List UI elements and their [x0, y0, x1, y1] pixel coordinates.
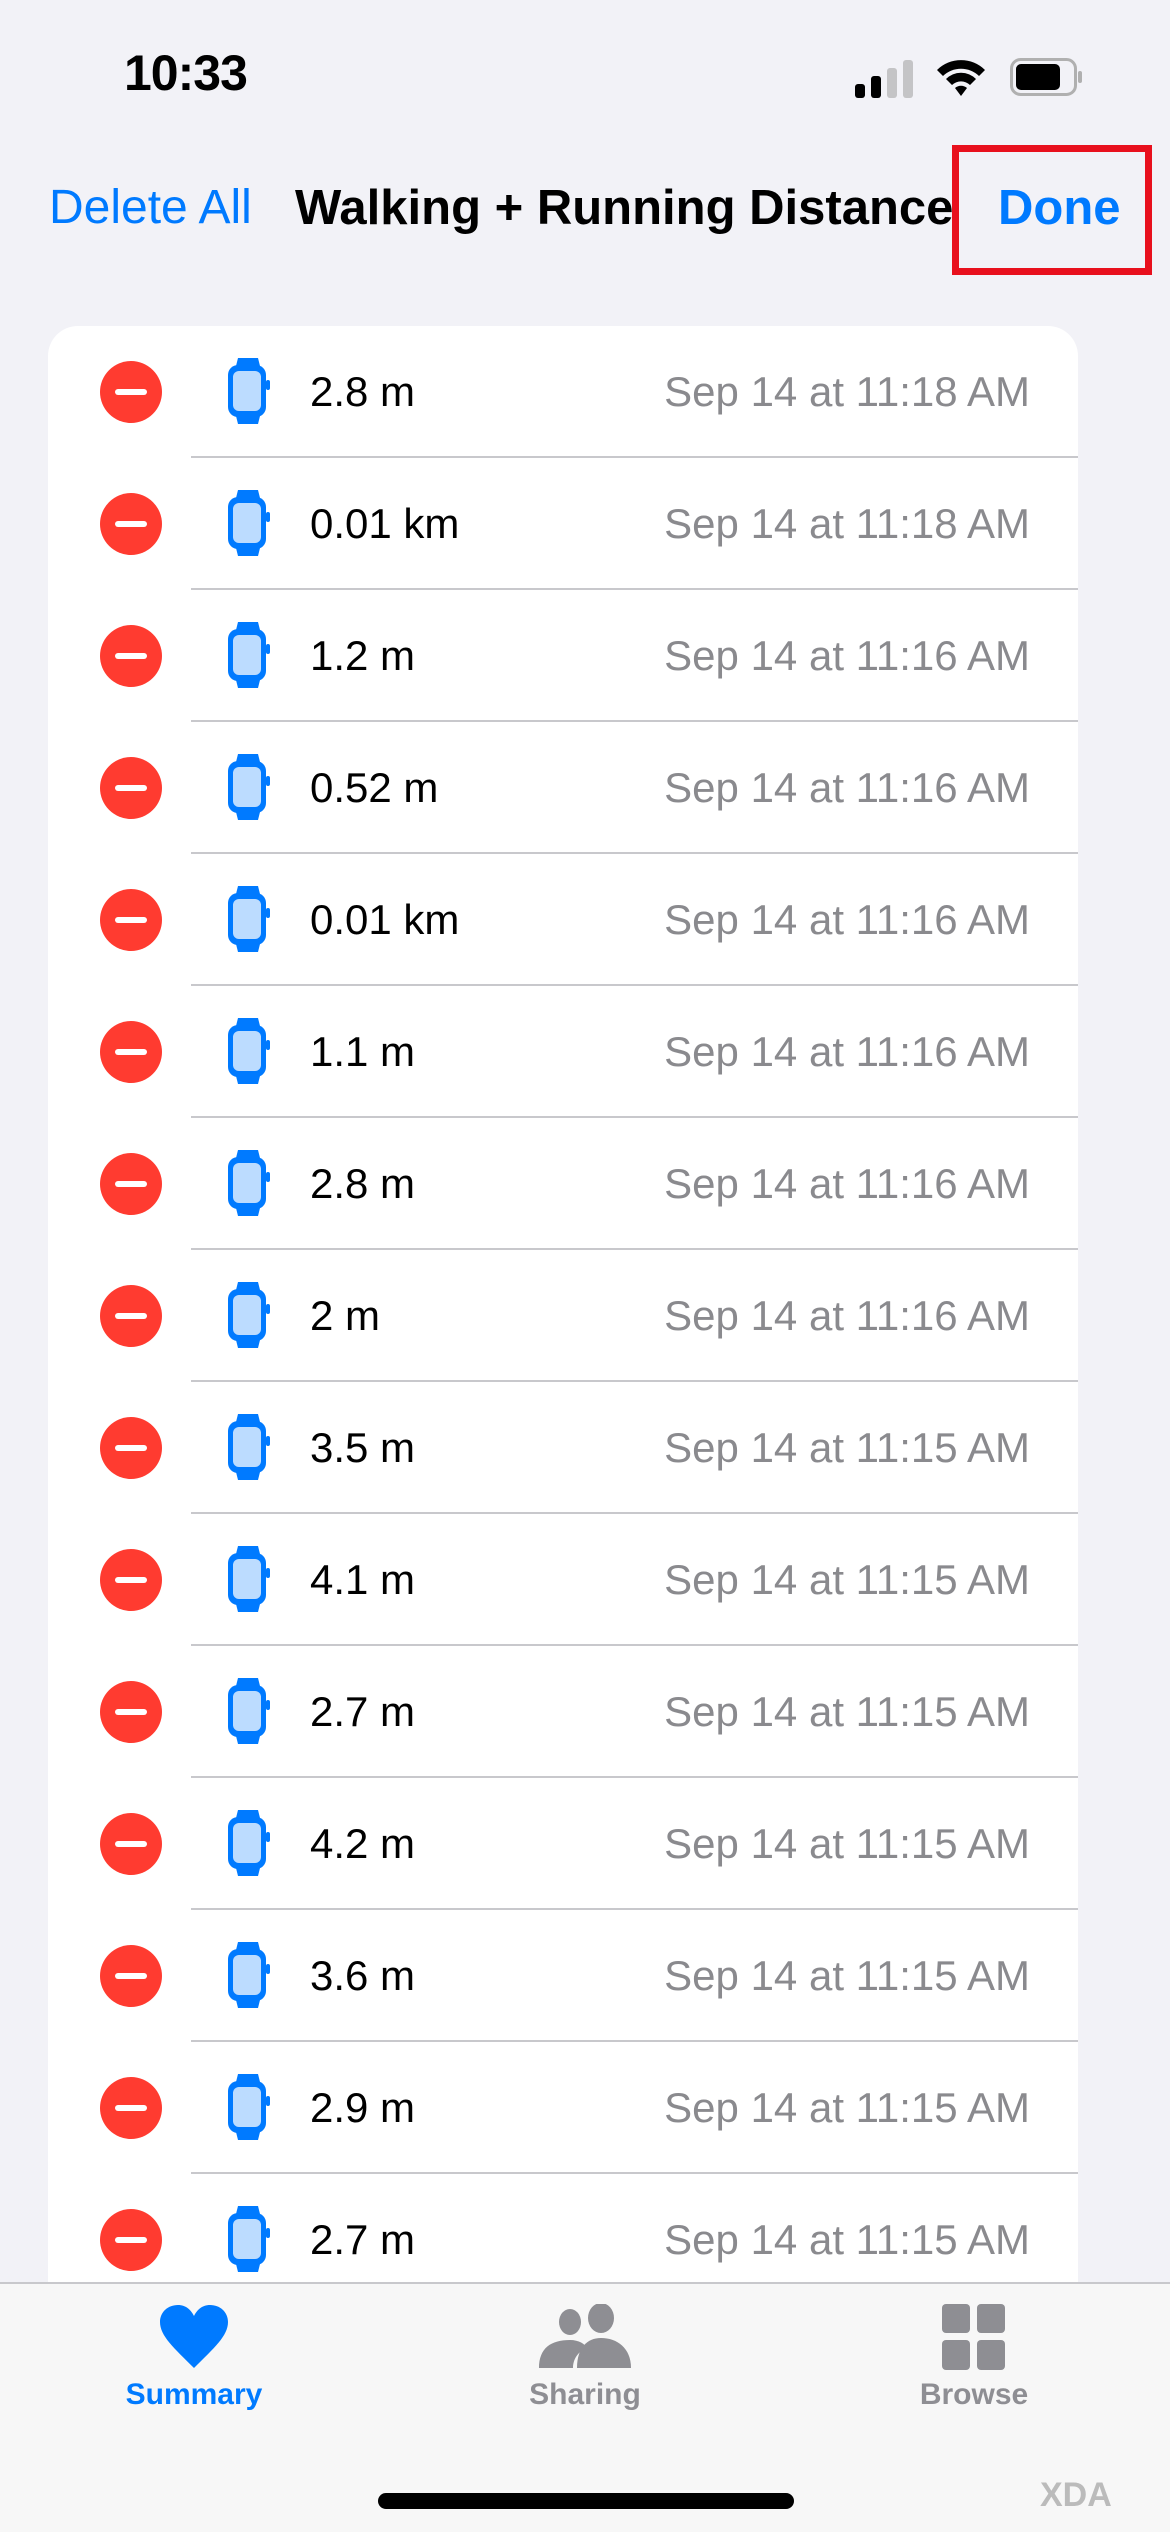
delete-minus-icon[interactable]	[100, 1813, 162, 1875]
sample-date: Sep 14 at 11:15 AM	[664, 1820, 1030, 1867]
delete-minus-icon[interactable]	[100, 2209, 162, 2271]
sample-value: 4.1 m	[310, 1556, 416, 1603]
samples-list: 2.8 m Sep 14 at 11:18 AM 0.01 km Sep 14 at …	[48, 326, 1078, 2326]
apple-watch-icon	[226, 1414, 270, 1480]
battery-icon	[1010, 58, 1082, 96]
sample-value: 0.01 km	[310, 500, 460, 547]
sample-row[interactable]: 2.8 m Sep 14 at 11:18 AM	[48, 326, 1078, 458]
apple-watch-icon	[226, 1810, 270, 1876]
apple-watch-icon	[226, 1678, 270, 1744]
sample-row[interactable]: 4.1 m Sep 14 at 11:15 AM	[48, 1514, 1078, 1646]
cellular-signal-icon	[855, 58, 917, 98]
sample-value: 2 m	[310, 1292, 381, 1339]
delete-minus-icon[interactable]	[100, 361, 162, 423]
status-bar: 10:33	[0, 0, 1170, 150]
delete-minus-icon[interactable]	[100, 1153, 162, 1215]
sample-row[interactable]: 2 m Sep 14 at 11:16 AM	[48, 1250, 1078, 1382]
sample-value: 0.01 km	[310, 896, 460, 943]
sample-row[interactable]: 4.2 m Sep 14 at 11:15 AM	[48, 1778, 1078, 1910]
delete-minus-icon[interactable]	[100, 625, 162, 687]
wifi-icon	[937, 60, 985, 96]
sample-value: 2.7 m	[310, 1688, 416, 1735]
sample-date: Sep 14 at 11:16 AM	[664, 632, 1030, 679]
apple-watch-icon	[226, 1150, 270, 1216]
tab-summary-label: Summary	[125, 2378, 263, 2411]
tab-browse-label: Browse	[919, 2378, 1029, 2411]
home-indicator[interactable]	[378, 2493, 794, 2509]
delete-minus-icon[interactable]	[100, 1681, 162, 1743]
sample-date: Sep 14 at 11:18 AM	[664, 500, 1030, 547]
sample-date: Sep 14 at 11:16 AM	[664, 1028, 1030, 1075]
delete-minus-icon[interactable]	[100, 1417, 162, 1479]
sample-row[interactable]: 0.52 m Sep 14 at 11:16 AM	[48, 722, 1078, 854]
apple-watch-icon	[226, 1546, 270, 1612]
apple-watch-icon	[226, 1018, 270, 1084]
apple-watch-icon	[226, 622, 270, 688]
watermark-logo: XDA	[1040, 2476, 1112, 2514]
sample-row[interactable]: 1.2 m Sep 14 at 11:16 AM	[48, 590, 1078, 722]
sample-date: Sep 14 at 11:16 AM	[664, 896, 1030, 943]
sample-value: 3.6 m	[310, 1952, 416, 1999]
sample-row[interactable]: 3.5 m Sep 14 at 11:15 AM	[48, 1382, 1078, 1514]
sample-value: 2.8 m	[310, 1160, 416, 1207]
tab-summary[interactable]: Summary	[84, 2304, 304, 2412]
sample-value: 0.52 m	[310, 764, 439, 811]
delete-minus-icon[interactable]	[100, 757, 162, 819]
apple-watch-icon	[226, 1282, 270, 1348]
tab-browse[interactable]: Browse	[864, 2304, 1084, 2412]
apple-watch-icon	[226, 2074, 270, 2140]
apple-watch-icon	[226, 754, 270, 820]
delete-minus-icon[interactable]	[100, 1945, 162, 2007]
sample-value: 3.5 m	[310, 1424, 416, 1471]
apple-watch-icon	[226, 490, 270, 556]
sample-date: Sep 14 at 11:15 AM	[664, 1952, 1030, 1999]
heart-icon	[160, 2305, 228, 2368]
sample-row[interactable]: 3.6 m Sep 14 at 11:15 AM	[48, 1910, 1078, 2042]
sample-row[interactable]: 0.01 km Sep 14 at 11:16 AM	[48, 854, 1078, 986]
tab-sharing[interactable]: Sharing	[475, 2304, 695, 2412]
sample-date: Sep 14 at 11:16 AM	[664, 1292, 1030, 1339]
annotation-highlight-box	[952, 145, 1152, 275]
apple-watch-icon	[226, 886, 270, 952]
sample-row[interactable]: 2.9 m Sep 14 at 11:15 AM	[48, 2042, 1078, 2174]
delete-minus-icon[interactable]	[100, 2077, 162, 2139]
sample-row[interactable]: 2.7 m Sep 14 at 11:15 AM	[48, 1646, 1078, 1778]
status-time: 10:33	[124, 45, 248, 101]
grid-icon	[942, 2304, 1005, 2370]
sample-value: 2.7 m	[310, 2216, 416, 2263]
sample-row[interactable]: 2.8 m Sep 14 at 11:16 AM	[48, 1118, 1078, 1250]
sample-date: Sep 14 at 11:18 AM	[664, 368, 1030, 415]
sample-value: 1.1 m	[310, 1028, 416, 1075]
delete-minus-icon[interactable]	[100, 1549, 162, 1611]
delete-minus-icon[interactable]	[100, 1021, 162, 1083]
sample-date: Sep 14 at 11:15 AM	[664, 2084, 1030, 2131]
sample-row[interactable]: 0.01 km Sep 14 at 11:18 AM	[48, 458, 1078, 590]
delete-minus-icon[interactable]	[100, 493, 162, 555]
sample-date: Sep 14 at 11:16 AM	[664, 1160, 1030, 1207]
sample-row[interactable]: 1.1 m Sep 14 at 11:16 AM	[48, 986, 1078, 1118]
delete-all-button[interactable]: Delete All	[49, 180, 252, 235]
sample-date: Sep 14 at 11:15 AM	[664, 1688, 1030, 1735]
sample-date: Sep 14 at 11:16 AM	[664, 764, 1030, 811]
apple-watch-icon	[226, 358, 270, 424]
sample-value: 2.9 m	[310, 2084, 416, 2131]
sample-date: Sep 14 at 11:15 AM	[664, 2216, 1030, 2263]
sample-value: 2.8 m	[310, 368, 416, 415]
tab-sharing-label: Sharing	[529, 2378, 641, 2411]
sample-value: 4.2 m	[310, 1820, 416, 1867]
delete-minus-icon[interactable]	[100, 1285, 162, 1347]
delete-minus-icon[interactable]	[100, 889, 162, 951]
sample-date: Sep 14 at 11:15 AM	[664, 1556, 1030, 1603]
apple-watch-icon	[226, 1942, 270, 2008]
page-title: Walking + Running Distance	[295, 181, 954, 235]
sample-date: Sep 14 at 11:15 AM	[664, 1424, 1030, 1471]
sample-value: 1.2 m	[310, 632, 416, 679]
apple-watch-icon	[226, 2206, 270, 2272]
people-icon	[539, 2304, 631, 2368]
